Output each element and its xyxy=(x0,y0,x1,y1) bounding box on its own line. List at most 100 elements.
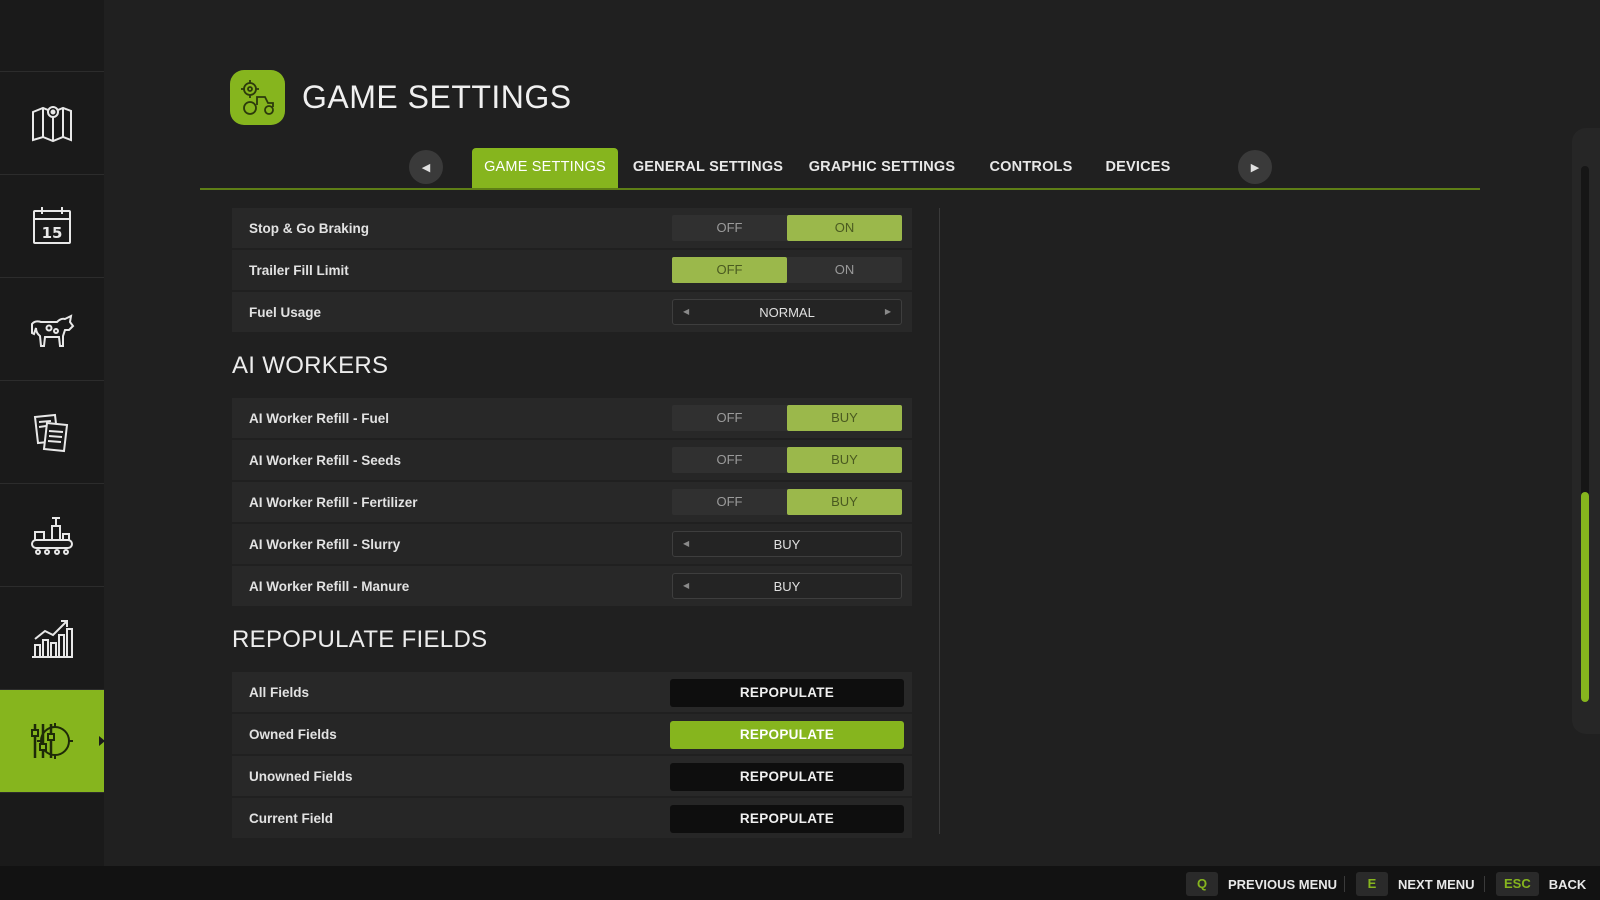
setting-label: Current Field xyxy=(249,810,334,826)
arrow-left-icon: ◀ xyxy=(421,161,431,174)
arrow-left-icon[interactable]: ◀ xyxy=(683,307,689,316)
sidebar-item-calendar[interactable]: 15 xyxy=(0,175,104,278)
arrow-right-icon[interactable]: ▶ xyxy=(885,307,891,316)
toggle-option-buy[interactable]: BUY xyxy=(787,405,902,431)
sidebar: 15 xyxy=(0,0,105,866)
arrow-left-icon[interactable]: ◀ xyxy=(683,539,689,548)
stop-go-braking-toggle: OFF ON xyxy=(672,215,902,241)
sidebar-item-map[interactable] xyxy=(0,72,104,175)
fuel-usage-selector[interactable]: ◀ NORMAL ▶ xyxy=(672,299,902,325)
ai-refill-seeds-toggle: OFF BUY xyxy=(672,447,902,473)
tab-next-button[interactable]: ▶ xyxy=(1238,150,1272,184)
footer-label: PREVIOUS MENU xyxy=(1228,876,1338,892)
tab-devices[interactable]: DEVICES xyxy=(1102,148,1174,188)
setting-row-ai-refill-manure: AI Worker Refill - Manure ◀ BUY xyxy=(232,566,912,606)
ai-refill-slurry-selector[interactable]: ◀ BUY xyxy=(672,531,902,557)
section-title-repopulate: REPOPULATE FIELDS xyxy=(232,626,488,653)
settings-sliders-icon xyxy=(31,723,73,759)
toggle-option-off[interactable]: OFF xyxy=(672,257,787,283)
setting-label: Unowned Fields xyxy=(249,768,353,784)
calendar-day: 15 xyxy=(42,224,63,242)
tab-controls[interactable]: CONTROLS xyxy=(984,148,1078,188)
trailer-fill-limit-toggle: OFF ON xyxy=(672,257,902,283)
scrollbar-thumb[interactable] xyxy=(1581,492,1589,702)
key-q: Q xyxy=(1186,872,1218,896)
setting-row-all-fields: All Fields REPOPULATE xyxy=(232,672,912,712)
selector-value: BUY xyxy=(773,536,801,552)
page-header: GAME SETTINGS xyxy=(230,70,572,125)
tab-bar: ◀ GAME SETTINGS GENERAL SETTINGS GRAPHIC… xyxy=(200,146,1480,190)
setting-row-ai-refill-slurry: AI Worker Refill - Slurry ◀ BUY xyxy=(232,524,912,564)
setting-row-owned-fields: Owned Fields REPOPULATE xyxy=(232,714,912,754)
bar-chart-icon xyxy=(32,620,73,658)
setting-label: AI Worker Refill - Slurry xyxy=(249,536,401,552)
tab-game-settings[interactable]: GAME SETTINGS xyxy=(472,148,618,188)
tab-prev-button[interactable]: ◀ xyxy=(409,150,443,184)
repopulate-unowned-fields-button[interactable]: REPOPULATE xyxy=(670,763,904,791)
toggle-option-off[interactable]: OFF xyxy=(672,447,787,473)
key-e: E xyxy=(1356,872,1388,896)
setting-label: AI Worker Refill - Fertilizer xyxy=(249,494,418,510)
sidebar-item-settings[interactable] xyxy=(0,690,105,793)
setting-label: Stop & Go Braking xyxy=(249,220,370,236)
tab-graphic-settings[interactable]: GRAPHIC SETTINGS xyxy=(808,148,956,188)
setting-row-ai-refill-seeds: AI Worker Refill - Seeds OFF BUY xyxy=(232,440,912,480)
footer-back[interactable]: ESC BACK xyxy=(1496,872,1586,896)
footer-bar: Q PREVIOUS MENU E NEXT MENU ESC BACK xyxy=(0,866,1600,900)
section-title-ai-workers: AI WORKERS xyxy=(232,352,389,379)
page-title: GAME SETTINGS xyxy=(302,79,572,115)
selector-value: BUY xyxy=(773,578,801,594)
setting-row-fuel-usage: Fuel Usage ◀ NORMAL ▶ xyxy=(232,292,912,332)
toggle-option-on[interactable]: ON xyxy=(787,215,902,241)
setting-row-unowned-fields: Unowned Fields REPOPULATE xyxy=(232,756,912,796)
setting-label: AI Worker Refill - Manure xyxy=(249,578,410,594)
settings-top-group: Stop & Go Braking OFF ON Trailer Fill Li… xyxy=(232,208,912,332)
setting-label: Fuel Usage xyxy=(249,304,322,320)
footer-separator xyxy=(1344,876,1345,892)
repopulate-all-fields-button[interactable]: REPOPULATE xyxy=(670,679,904,707)
footer-separator xyxy=(1484,876,1485,892)
map-icon xyxy=(32,106,72,143)
documents-icon xyxy=(33,413,69,453)
setting-label: Owned Fields xyxy=(249,726,337,742)
toggle-option-buy[interactable]: BUY xyxy=(787,489,902,515)
toggle-option-off[interactable]: OFF xyxy=(672,215,787,241)
active-caret xyxy=(99,736,105,746)
setting-row-ai-refill-fertilizer: AI Worker Refill - Fertilizer OFF BUY xyxy=(232,482,912,522)
key-esc: ESC xyxy=(1496,872,1539,896)
footer-label: NEXT MENU xyxy=(1398,876,1475,892)
ai-workers-group: AI Worker Refill - Fuel OFF BUY AI Worke… xyxy=(232,398,912,606)
setting-label: Trailer Fill Limit xyxy=(249,262,349,278)
ai-refill-fuel-toggle: OFF BUY xyxy=(672,405,902,431)
factory-icon xyxy=(31,517,73,555)
footer-next-menu[interactable]: E NEXT MENU xyxy=(1356,872,1475,896)
arrow-right-icon: ▶ xyxy=(1250,161,1260,174)
sidebar-top xyxy=(0,0,104,72)
arrow-left-icon[interactable]: ◀ xyxy=(683,581,689,590)
ai-refill-manure-selector[interactable]: ◀ BUY xyxy=(672,573,902,599)
settings-panel: Stop & Go Braking OFF ON Trailer Fill Li… xyxy=(232,208,912,840)
setting-row-trailer-fill-limit: Trailer Fill Limit OFF ON xyxy=(232,250,912,290)
tab-general-settings[interactable]: GENERAL SETTINGS xyxy=(632,148,784,188)
content-divider xyxy=(939,208,940,834)
footer-previous-menu[interactable]: Q PREVIOUS MENU xyxy=(1186,872,1337,896)
sidebar-item-statistics[interactable] xyxy=(0,587,104,690)
footer-label: BACK xyxy=(1548,876,1587,892)
sidebar-item-animals[interactable] xyxy=(0,278,104,381)
setting-row-ai-refill-fuel: AI Worker Refill - Fuel OFF BUY xyxy=(232,398,912,438)
cow-icon xyxy=(31,314,75,347)
sidebar-item-production[interactable] xyxy=(0,484,104,587)
tractor-gear-icon xyxy=(230,70,285,125)
setting-row-current-field: Current Field REPOPULATE xyxy=(232,798,912,838)
toggle-option-off[interactable]: OFF xyxy=(672,405,787,431)
repopulate-current-field-button[interactable]: REPOPULATE xyxy=(670,805,904,833)
setting-label: AI Worker Refill - Seeds xyxy=(249,452,402,468)
toggle-option-on[interactable]: ON xyxy=(787,257,902,283)
toggle-option-buy[interactable]: BUY xyxy=(787,447,902,473)
setting-row-stop-go-braking: Stop & Go Braking OFF ON xyxy=(232,208,912,248)
ai-refill-fertilizer-toggle: OFF BUY xyxy=(672,489,902,515)
sidebar-item-contracts[interactable] xyxy=(0,381,104,484)
calendar-icon: 15 xyxy=(33,207,71,244)
toggle-option-off[interactable]: OFF xyxy=(672,489,787,515)
repopulate-owned-fields-button[interactable]: REPOPULATE xyxy=(670,721,904,749)
